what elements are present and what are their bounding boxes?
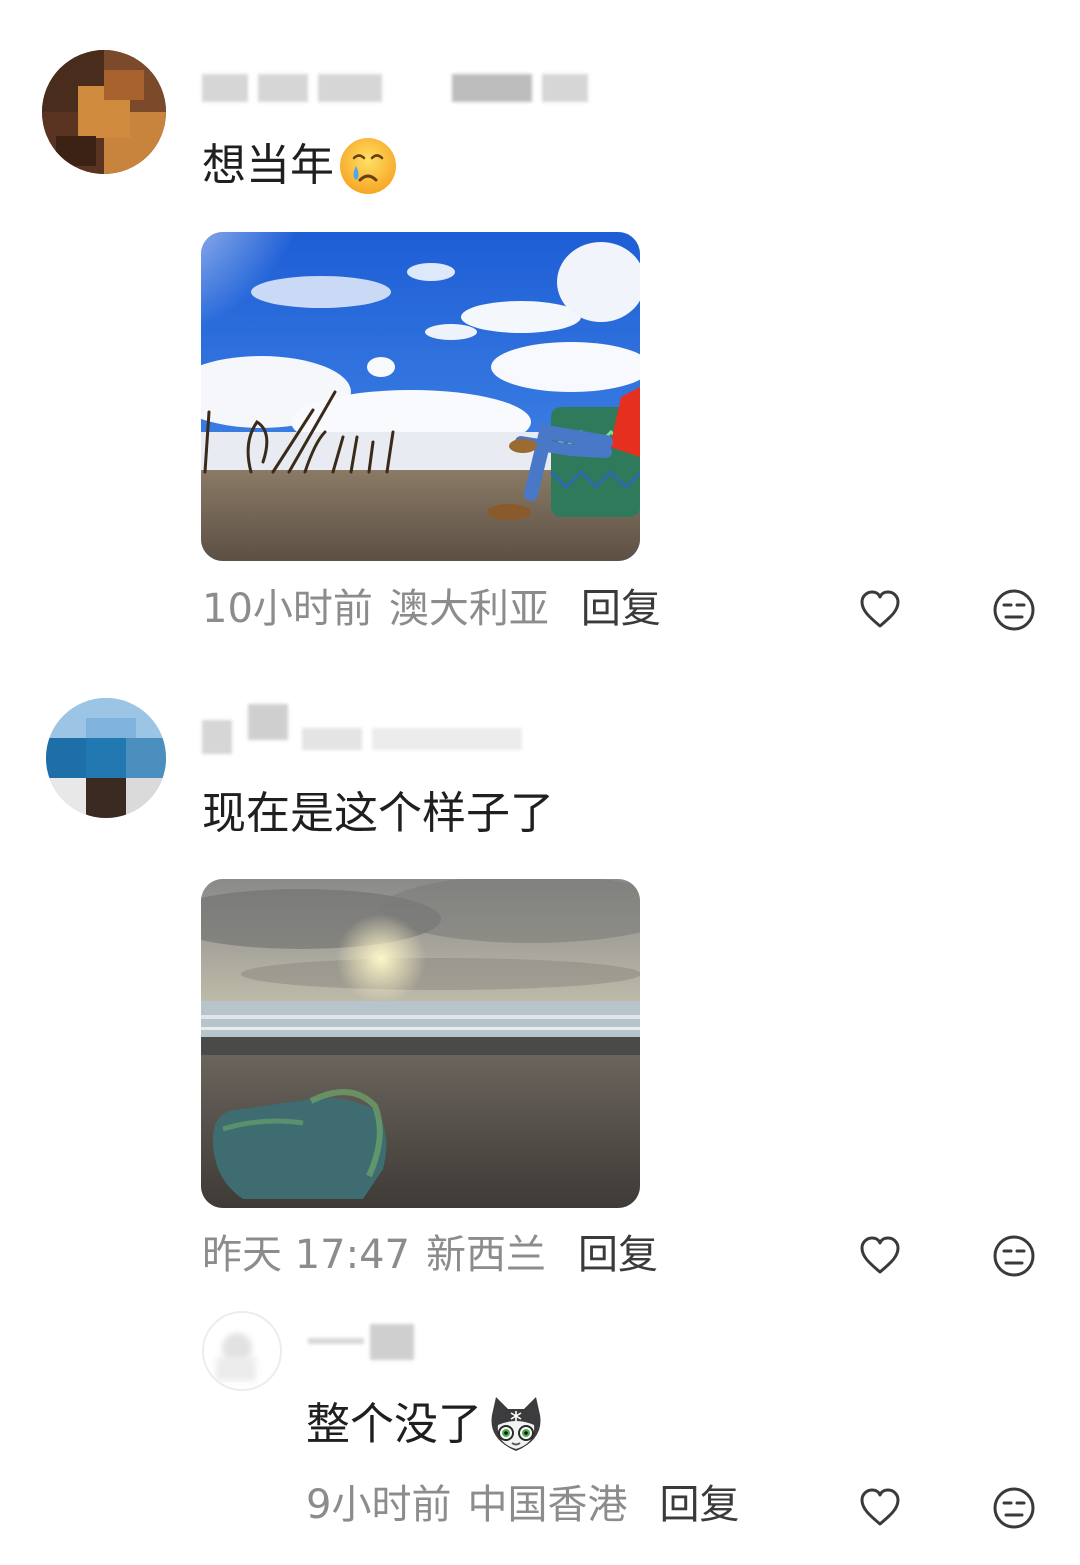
reply-button[interactable]: 回复 (581, 583, 661, 635)
comment-meta: 10小时前 澳大利亚 回复 (202, 583, 661, 635)
comment-meta: 9小时前 中国香港 回复 (306, 1479, 739, 1531)
comment-meta: 昨天 17:47 新西兰 回复 (202, 1229, 658, 1281)
reply-comment: 整个没了 9小时前 中国香港 回复 (0, 1280, 1080, 1565)
avatar[interactable] (46, 698, 166, 818)
avatar[interactable] (202, 1311, 282, 1391)
reply-button[interactable]: 回复 (659, 1479, 739, 1531)
reply-button[interactable]: 回复 (578, 1229, 658, 1281)
comment-photo[interactable] (201, 879, 640, 1208)
comment-location: 澳大利亚 (388, 586, 549, 632)
username-redacted[interactable] (202, 68, 592, 108)
heart-icon[interactable] (858, 1486, 902, 1530)
username-redacted[interactable] (202, 702, 532, 758)
username-redacted[interactable] (308, 1324, 418, 1364)
comment-1: 想当年 10小时前 澳大利亚 回复 (0, 0, 1080, 660)
comment-text-content: 整个没了 (306, 1399, 482, 1450)
comment-time: 昨天 17:47 (202, 1232, 410, 1278)
meh-face-icon[interactable] (992, 1486, 1036, 1530)
heart-icon[interactable] (858, 1234, 902, 1278)
meh-face-icon[interactable] (992, 588, 1036, 632)
comment-location: 新西兰 (426, 1232, 546, 1278)
comment-location: 中国香港 (467, 1482, 628, 1528)
heart-icon[interactable] (858, 588, 902, 632)
comment-text-content: 现在是这个样子了 (202, 788, 554, 839)
crying-face-icon (340, 138, 396, 194)
comment-text-content: 想当年 (202, 140, 334, 191)
comment-2: 现在是这个样子了 昨天 17:47 新西兰 回复 (0, 660, 1080, 1280)
comment-text: 整个没了 (306, 1395, 546, 1455)
comment-time: 10小时前 (202, 586, 373, 632)
meh-face-icon[interactable] (992, 1234, 1036, 1278)
comment-text: 现在是这个样子了 (202, 784, 554, 844)
comment-photo[interactable] (201, 232, 640, 561)
comment-time: 9小时前 (306, 1482, 452, 1528)
comment-text: 想当年 (202, 136, 398, 196)
cat-face-icon (491, 1397, 541, 1451)
avatar[interactable] (42, 50, 166, 174)
